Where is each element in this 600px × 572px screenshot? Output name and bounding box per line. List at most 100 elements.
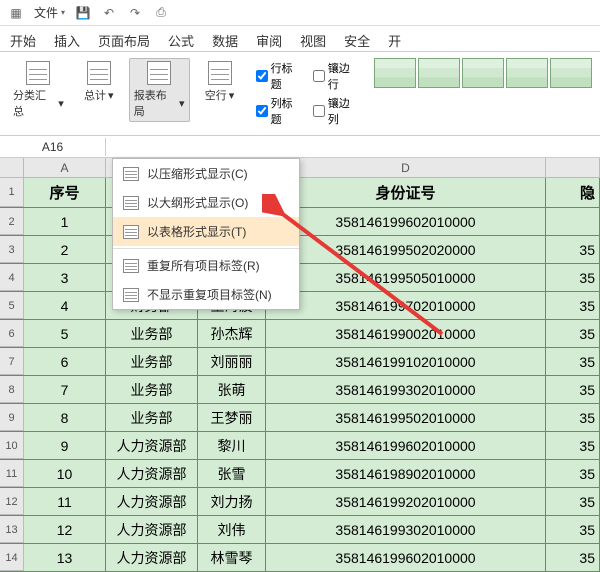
redo-icon[interactable]: ↷ (127, 5, 143, 21)
cell-seq[interactable]: 1 (24, 208, 106, 235)
row-number[interactable]: 6 (0, 320, 24, 347)
row-number[interactable]: 5 (0, 292, 24, 319)
menu-no-repeat-labels[interactable]: 不显示重复项目标签(N) (113, 280, 299, 309)
cell-name[interactable]: 张雪 (198, 460, 266, 487)
undo-icon[interactable]: ↶ (101, 5, 117, 21)
cell-dept[interactable]: 人力资源部 (106, 460, 198, 487)
row-number[interactable]: 14 (0, 544, 24, 571)
chk-banded-row[interactable]: 镶边行 (313, 60, 360, 92)
cell-dept[interactable]: 人力资源部 (106, 432, 198, 459)
row-number[interactable]: 9 (0, 404, 24, 431)
blank-row-button[interactable]: 空行▾ (198, 58, 242, 106)
cell-id[interactable]: 358146199602010000 (266, 544, 546, 571)
cell-seq[interactable]: 10 (24, 460, 106, 487)
cell-hide[interactable]: 35 (546, 376, 600, 403)
cell-hide[interactable] (546, 208, 600, 235)
cell-dept[interactable]: 业务部 (106, 376, 198, 403)
cell-hide[interactable]: 35 (546, 432, 600, 459)
cell-hide[interactable]: 35 (546, 348, 600, 375)
cell-id[interactable]: 358146199102010000 (266, 348, 546, 375)
chk-row-header[interactable]: 行标题 (256, 60, 303, 92)
cell-seq[interactable]: 8 (24, 404, 106, 431)
tab-view[interactable]: 视图 (300, 29, 326, 52)
cell-name[interactable]: 林雪琴 (198, 544, 266, 571)
style-thumb[interactable] (374, 58, 416, 88)
table-styles-gallery[interactable] (374, 58, 592, 88)
cell-dept[interactable]: 人力资源部 (106, 488, 198, 515)
total-button[interactable]: 总计▾ (77, 58, 121, 106)
row-number[interactable]: 4 (0, 264, 24, 291)
menu-compact-form[interactable]: 以压缩形式显示(C) (113, 159, 299, 188)
chk-banded-col[interactable]: 镶边列 (313, 95, 360, 127)
print-icon[interactable]: ⎙ (153, 5, 169, 21)
tab-review[interactable]: 审阅 (256, 29, 282, 52)
col-header-d[interactable]: D (266, 158, 546, 177)
cell-hide[interactable]: 35 (546, 460, 600, 487)
cell-seq[interactable]: 5 (24, 320, 106, 347)
menu-repeat-labels[interactable]: 重复所有项目标签(R) (113, 251, 299, 280)
cell-id[interactable]: 358146199302010000 (266, 376, 546, 403)
cell-hide[interactable]: 35 (546, 404, 600, 431)
cell-name[interactable]: 黎川 (198, 432, 266, 459)
style-thumb[interactable] (462, 58, 504, 88)
cell-name[interactable]: 刘丽丽 (198, 348, 266, 375)
menu-outline-form[interactable]: 以大纲形式显示(O) (113, 188, 299, 217)
cell-id[interactable]: 358146199202010000 (266, 488, 546, 515)
tab-security[interactable]: 安全 (344, 29, 370, 52)
file-menu[interactable]: 文件▾ (34, 4, 65, 21)
cell-name[interactable]: 刘力扬 (198, 488, 266, 515)
tab-layout[interactable]: 页面布局 (98, 29, 150, 52)
cell-id[interactable]: 358146199602010000 (266, 432, 546, 459)
row-number[interactable]: 3 (0, 236, 24, 263)
cell-seq[interactable]: 3 (24, 264, 106, 291)
cell-seq[interactable]: 9 (24, 432, 106, 459)
cell-seq[interactable]: 2 (24, 236, 106, 263)
cell-seq[interactable]: 7 (24, 376, 106, 403)
hdr-id[interactable]: 身份证号 (266, 178, 546, 207)
cell-name[interactable]: 孙杰辉 (198, 320, 266, 347)
tab-formula[interactable]: 公式 (168, 29, 194, 52)
cell-name[interactable]: 王梦丽 (198, 404, 266, 431)
cell-id[interactable]: 358146199502010000 (266, 404, 546, 431)
cell-dept[interactable]: 人力资源部 (106, 544, 198, 571)
row-number[interactable]: 2 (0, 208, 24, 235)
cell-id[interactable]: 358146199505010000 (266, 264, 546, 291)
chk-col-header[interactable]: 列标题 (256, 95, 303, 127)
subtotal-button[interactable]: 分类汇总▾ (8, 58, 69, 122)
row-number[interactable]: 7 (0, 348, 24, 375)
cell-seq[interactable]: 6 (24, 348, 106, 375)
row-number[interactable]: 12 (0, 488, 24, 515)
cell-id[interactable]: 358146199602010000 (266, 208, 546, 235)
style-thumb[interactable] (550, 58, 592, 88)
menu-tabular-form[interactable]: 以表格形式显示(T) (113, 217, 299, 246)
cell-hide[interactable]: 35 (546, 488, 600, 515)
select-all-corner[interactable] (0, 158, 24, 177)
col-header-a[interactable]: A (24, 158, 106, 177)
cell-seq[interactable]: 11 (24, 488, 106, 515)
col-header-e[interactable] (546, 158, 600, 177)
cell-hide[interactable]: 35 (546, 236, 600, 263)
row-number[interactable]: 8 (0, 376, 24, 403)
report-layout-button[interactable]: 报表布局▾ (129, 58, 190, 122)
tab-data[interactable]: 数据 (212, 29, 238, 52)
style-thumb[interactable] (418, 58, 460, 88)
cell-name[interactable]: 张萌 (198, 376, 266, 403)
tab-more[interactable]: 开 (388, 29, 401, 52)
cell-id[interactable]: 358146199002010000 (266, 320, 546, 347)
cell-dept[interactable]: 业务部 (106, 404, 198, 431)
cell-hide[interactable]: 35 (546, 264, 600, 291)
cell-id[interactable]: 358146199702010000 (266, 292, 546, 319)
cell-dept[interactable]: 业务部 (106, 348, 198, 375)
cell-seq[interactable]: 4 (24, 292, 106, 319)
style-thumb[interactable] (506, 58, 548, 88)
cell-id[interactable]: 358146198902010000 (266, 460, 546, 487)
cell-hide[interactable]: 35 (546, 320, 600, 347)
row-number[interactable]: 1 (0, 178, 24, 207)
save-icon[interactable]: 💾 (75, 5, 91, 21)
tab-insert[interactable]: 插入 (54, 29, 80, 52)
cell-hide[interactable]: 35 (546, 292, 600, 319)
cell-hide[interactable]: 35 (546, 544, 600, 571)
row-number[interactable]: 11 (0, 460, 24, 487)
cell-id[interactable]: 358146199502020000 (266, 236, 546, 263)
cell-dept[interactable]: 业务部 (106, 320, 198, 347)
